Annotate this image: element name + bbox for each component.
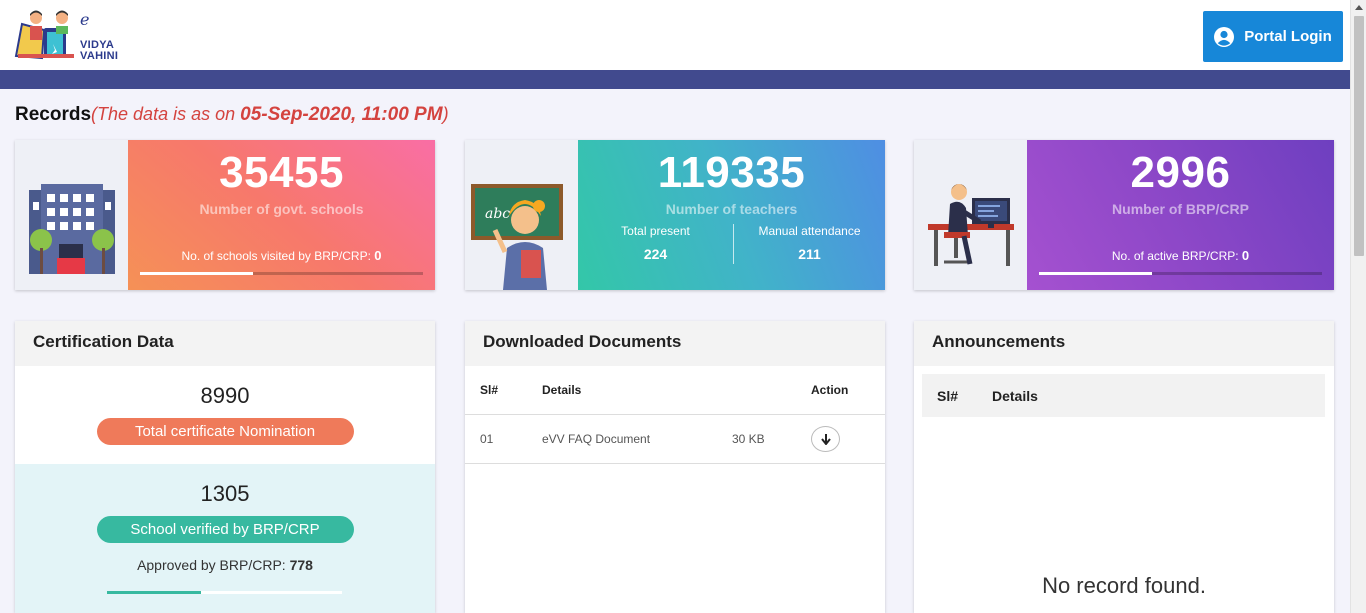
col-sl: Sl# [480, 383, 499, 397]
doc-sl: 01 [480, 432, 494, 446]
ann-col-sl: Sl# [937, 388, 959, 404]
records-title: Records [15, 104, 92, 125]
nomination-section: 8990 Total certificate Nomination [15, 366, 435, 464]
teacher-attendance: Total present 224 Manual attendance 211 [578, 224, 885, 264]
verification-section: 1305 School verified by BRP/CRP Approved… [15, 464, 435, 613]
schools-count: 35455 [219, 148, 344, 197]
computer-worker-icon [928, 184, 1014, 266]
teachers-stat-panel: 119335 Number of teachers Total present … [578, 140, 885, 290]
certification-panel: Certification Data 8990 Total certificat… [15, 321, 435, 613]
manual-attendance-label: Manual attendance [758, 224, 861, 238]
nomination-count: 8990 [200, 383, 250, 408]
records-note-suffix: ) [442, 104, 449, 124]
school-image-panel [15, 140, 128, 290]
schools-visited-value: 0 [374, 248, 382, 263]
brp-progress-bar [1039, 272, 1322, 275]
brp-progress-fill [1039, 272, 1153, 275]
verified-count: 1305 [200, 481, 250, 506]
download-button[interactable] [811, 426, 840, 452]
brp-label: Number of BRP/CRP [1112, 201, 1249, 217]
scroll-up-arrow-icon[interactable] [1355, 5, 1363, 10]
logo-children-icon [14, 10, 74, 60]
total-present-stat: Total present 224 [578, 224, 733, 262]
schools-label: Number of govt. schools [199, 201, 364, 217]
teachers-card: abc 119335 Number of teachers Total pres… [465, 140, 885, 290]
announcements-panel: Announcements Sl# Details No record foun… [914, 321, 1334, 613]
school-building-icon [29, 184, 115, 274]
scrollbar-thumb[interactable] [1354, 16, 1364, 256]
nomination-badge: Total certificate Nomination [96, 418, 354, 445]
schools-progress-fill [140, 272, 254, 275]
approval-progress-bar [107, 591, 342, 594]
approved-value: 778 [289, 557, 313, 573]
evidya-vahini-logo[interactable]: e VIDYA VAHINI [14, 10, 124, 64]
records-heading: Records(The data is as on 05-Sep-2020, 1… [15, 104, 449, 126]
user-circle-icon [1214, 26, 1235, 47]
download-arrow-icon [820, 434, 831, 445]
brp-count: 2996 [1130, 148, 1231, 197]
brp-card: 2996 Number of BRP/CRP No. of active BRP… [914, 140, 1334, 290]
verified-badge: School verified by BRP/CRP [96, 516, 354, 543]
teacher-icon: abc [471, 184, 563, 290]
brp-image-panel [914, 140, 1027, 290]
doc-details: eVV FAQ Document [542, 432, 651, 446]
schools-stat-panel: 35455 Number of govt. schools No. of sch… [128, 140, 435, 290]
documents-panel: Downloaded Documents Sl# Details Action … [465, 321, 885, 613]
col-details: Details [542, 383, 582, 397]
documents-table-header: Sl# Details Action [465, 366, 885, 415]
ann-col-details: Details [992, 388, 1038, 404]
table-row: 01 eVV FAQ Document 30 KB [465, 415, 885, 464]
schools-visited-label: No. of schools visited by BRP/CRP: [181, 249, 375, 263]
portal-login-label: Portal Login [1244, 28, 1332, 45]
announcements-title: Announcements [914, 321, 1334, 366]
col-action: Action [811, 383, 849, 397]
brp-stat-panel: 2996 Number of BRP/CRP No. of active BRP… [1027, 140, 1334, 290]
brp-active-text: No. of active BRP/CRP: 0 [1027, 248, 1334, 263]
logo-text-vahini: VAHINI [80, 50, 119, 62]
no-record-message: No record found. [1042, 573, 1206, 598]
certification-title: Certification Data [15, 321, 435, 366]
brp-active-label: No. of active BRP/CRP: [1111, 249, 1242, 263]
site-header: e VIDYA VAHINI Portal Login [0, 0, 1350, 70]
page-scrollbar[interactable] [1350, 0, 1366, 613]
schools-progress-bar [140, 272, 423, 275]
schools-card: 35455 Number of govt. schools No. of sch… [15, 140, 435, 290]
approved-label: Approved by BRP/CRP: [137, 557, 290, 573]
schools-visited-text: No. of schools visited by BRP/CRP: 0 [128, 248, 435, 263]
teachers-count: 119335 [657, 148, 806, 197]
brp-active-value: 0 [1241, 248, 1250, 263]
nav-strip [0, 70, 1350, 89]
portal-login-button[interactable]: Portal Login [1203, 11, 1343, 62]
announcements-table-header: Sl# Details [922, 374, 1325, 417]
approved-text: Approved by BRP/CRP: 778 [15, 557, 435, 573]
documents-title: Downloaded Documents [465, 321, 885, 366]
total-present-label: Total present [621, 224, 690, 238]
doc-size: 30 KB [732, 432, 765, 446]
svg-text:abc: abc [485, 206, 510, 222]
documents-table: Sl# Details Action 01 eVV FAQ Document 3… [465, 366, 885, 464]
manual-attendance-stat: Manual attendance 211 [734, 224, 885, 262]
logo-e-letter: e [80, 10, 90, 29]
manual-attendance-value: 211 [798, 246, 821, 262]
records-note-prefix: (The data is as on [91, 104, 241, 124]
teacher-image-panel: abc [465, 140, 578, 290]
teachers-label: Number of teachers [665, 201, 798, 217]
records-date: 05-Sep-2020, 11:00 PM [240, 104, 443, 125]
logo-text-vidya: VIDYA [80, 39, 115, 51]
approval-progress-fill [107, 591, 201, 594]
total-present-value: 224 [643, 246, 668, 262]
